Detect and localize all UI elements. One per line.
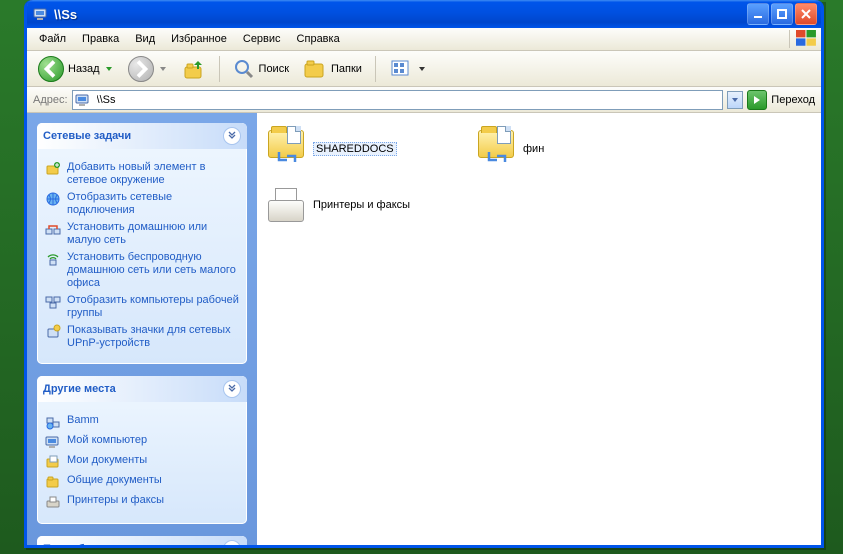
shared-folder-icon: [265, 128, 307, 170]
go-button[interactable]: Переход: [747, 90, 815, 110]
documents-icon: [45, 454, 61, 470]
address-bar: Адрес: Переход: [27, 87, 821, 113]
menu-view[interactable]: Вид: [127, 30, 163, 48]
task-label: Отобразить компьютеры рабочей группы: [67, 294, 239, 320]
back-label: Назад: [68, 63, 100, 75]
task-setup-home-network[interactable]: Установить домашнюю или малую сеть: [45, 221, 239, 247]
panel-title: Другие места: [43, 383, 116, 395]
panel-network-tasks: Сетевые задачи Добавить новый элемент в …: [37, 123, 247, 364]
folders-label: Папки: [331, 63, 362, 75]
upnp-icon: [45, 324, 61, 340]
computer-icon: [33, 6, 49, 22]
windows-flag-icon: [789, 30, 817, 48]
printer-icon: [45, 494, 61, 510]
panel-details: Подробно: [37, 536, 247, 545]
shared-folder-icon: [475, 128, 517, 170]
task-add-network-place[interactable]: Добавить новый элемент в сетевое окружен…: [45, 161, 239, 187]
computer-icon: [75, 92, 91, 108]
toolbar-separator: [219, 56, 220, 82]
shared-folder-icon: [45, 474, 61, 490]
minimize-button[interactable]: [747, 3, 769, 25]
network-setup-icon: [45, 221, 61, 237]
place-bamm[interactable]: Bamm: [45, 414, 239, 430]
panel-other-places: Другие места Bamm Мой компьютер: [37, 376, 247, 524]
task-label: Общие документы: [67, 474, 162, 487]
menu-fav[interactable]: Избранное: [163, 30, 235, 48]
panel-header[interactable]: Другие места: [37, 376, 247, 402]
explorer-window: \\Ss Файл Правка Вид Избранное Сервис Сп…: [24, 0, 824, 548]
maximize-button[interactable]: [771, 3, 793, 25]
toolbar: Назад Поиск Папки: [27, 51, 821, 87]
place-shared-documents[interactable]: Общие документы: [45, 474, 239, 490]
menu-file[interactable]: Файл: [31, 30, 74, 48]
task-setup-wireless[interactable]: Установить беспроводную домашнюю сеть ил…: [45, 251, 239, 290]
task-label: Добавить новый элемент в сетевое окружен…: [67, 161, 239, 187]
workgroup-icon: [45, 294, 61, 310]
up-button[interactable]: [177, 54, 211, 84]
tasks-sidebar: Сетевые задачи Добавить новый элемент в …: [27, 113, 257, 545]
network-place-icon: [45, 161, 61, 177]
chevron-down-icon[interactable]: [417, 64, 427, 74]
task-label: Показывать значки для сетевых UPnP-устро…: [67, 324, 239, 350]
search-label: Поиск: [259, 63, 289, 75]
printers-folder-icon: [265, 184, 307, 226]
views-button[interactable]: [384, 55, 432, 83]
desktop-right-strip: [825, 0, 843, 554]
window-title: \\Ss: [54, 7, 747, 22]
task-upnp-icons[interactable]: Показывать значки для сетевых UPnP-устро…: [45, 324, 239, 350]
task-view-workgroup[interactable]: Отобразить компьютеры рабочей группы: [45, 294, 239, 320]
menu-tools[interactable]: Сервис: [235, 30, 289, 48]
back-button[interactable]: Назад: [33, 53, 119, 85]
address-label: Адрес:: [33, 94, 68, 106]
close-button[interactable]: [795, 3, 817, 25]
place-printers[interactable]: Принтеры и факсы: [45, 494, 239, 510]
address-dropdown-button[interactable]: [727, 91, 743, 109]
expand-button[interactable]: [223, 540, 241, 545]
task-label: Принтеры и факсы: [67, 494, 164, 507]
chevron-down-icon[interactable]: [104, 64, 114, 74]
menu-help[interactable]: Справка: [289, 30, 348, 48]
panel-title: Подробно: [43, 543, 98, 545]
item-label: фин: [523, 143, 544, 155]
titlebar[interactable]: \\Ss: [27, 0, 821, 28]
item-label: Принтеры и факсы: [313, 199, 410, 211]
place-my-computer[interactable]: Мой компьютер: [45, 434, 239, 450]
folder-content[interactable]: SHAREDDOCS фин Принтеры и факсы: [257, 113, 821, 545]
task-network-connections[interactable]: Отобразить сетевые подключения: [45, 191, 239, 217]
task-label: Мой компьютер: [67, 434, 147, 447]
task-label: Отобразить сетевые подключения: [67, 191, 239, 217]
wireless-icon: [45, 251, 61, 267]
network-icon: [45, 414, 61, 430]
address-input[interactable]: [95, 93, 721, 107]
item-fin[interactable]: фин: [471, 121, 681, 177]
menu-edit[interactable]: Правка: [74, 30, 127, 48]
search-button[interactable]: Поиск: [228, 55, 294, 83]
item-printers[interactable]: Принтеры и факсы: [261, 177, 681, 233]
address-field[interactable]: [72, 90, 724, 110]
computer-icon: [45, 434, 61, 450]
go-label: Переход: [771, 94, 815, 106]
panel-title: Сетевые задачи: [43, 130, 131, 142]
collapse-button[interactable]: [223, 380, 241, 398]
task-label: Bamm: [67, 414, 99, 427]
panel-header[interactable]: Сетевые задачи: [37, 123, 247, 149]
forward-button[interactable]: [123, 53, 173, 85]
place-my-documents[interactable]: Мои документы: [45, 454, 239, 470]
item-label: SHAREDDOCS: [313, 143, 397, 155]
collapse-button[interactable]: [223, 127, 241, 145]
task-label: Мои документы: [67, 454, 147, 467]
panel-header[interactable]: Подробно: [37, 536, 247, 545]
task-label: Установить домашнюю или малую сеть: [67, 221, 239, 247]
folders-button[interactable]: Папки: [298, 55, 367, 83]
task-label: Установить беспроводную домашнюю сеть ил…: [67, 251, 239, 290]
chevron-down-icon[interactable]: [158, 64, 168, 74]
toolbar-separator: [375, 56, 376, 82]
menubar: Файл Правка Вид Избранное Сервис Справка: [27, 28, 821, 51]
globe-icon: [45, 191, 61, 207]
item-shareddocs[interactable]: SHAREDDOCS: [261, 121, 471, 177]
